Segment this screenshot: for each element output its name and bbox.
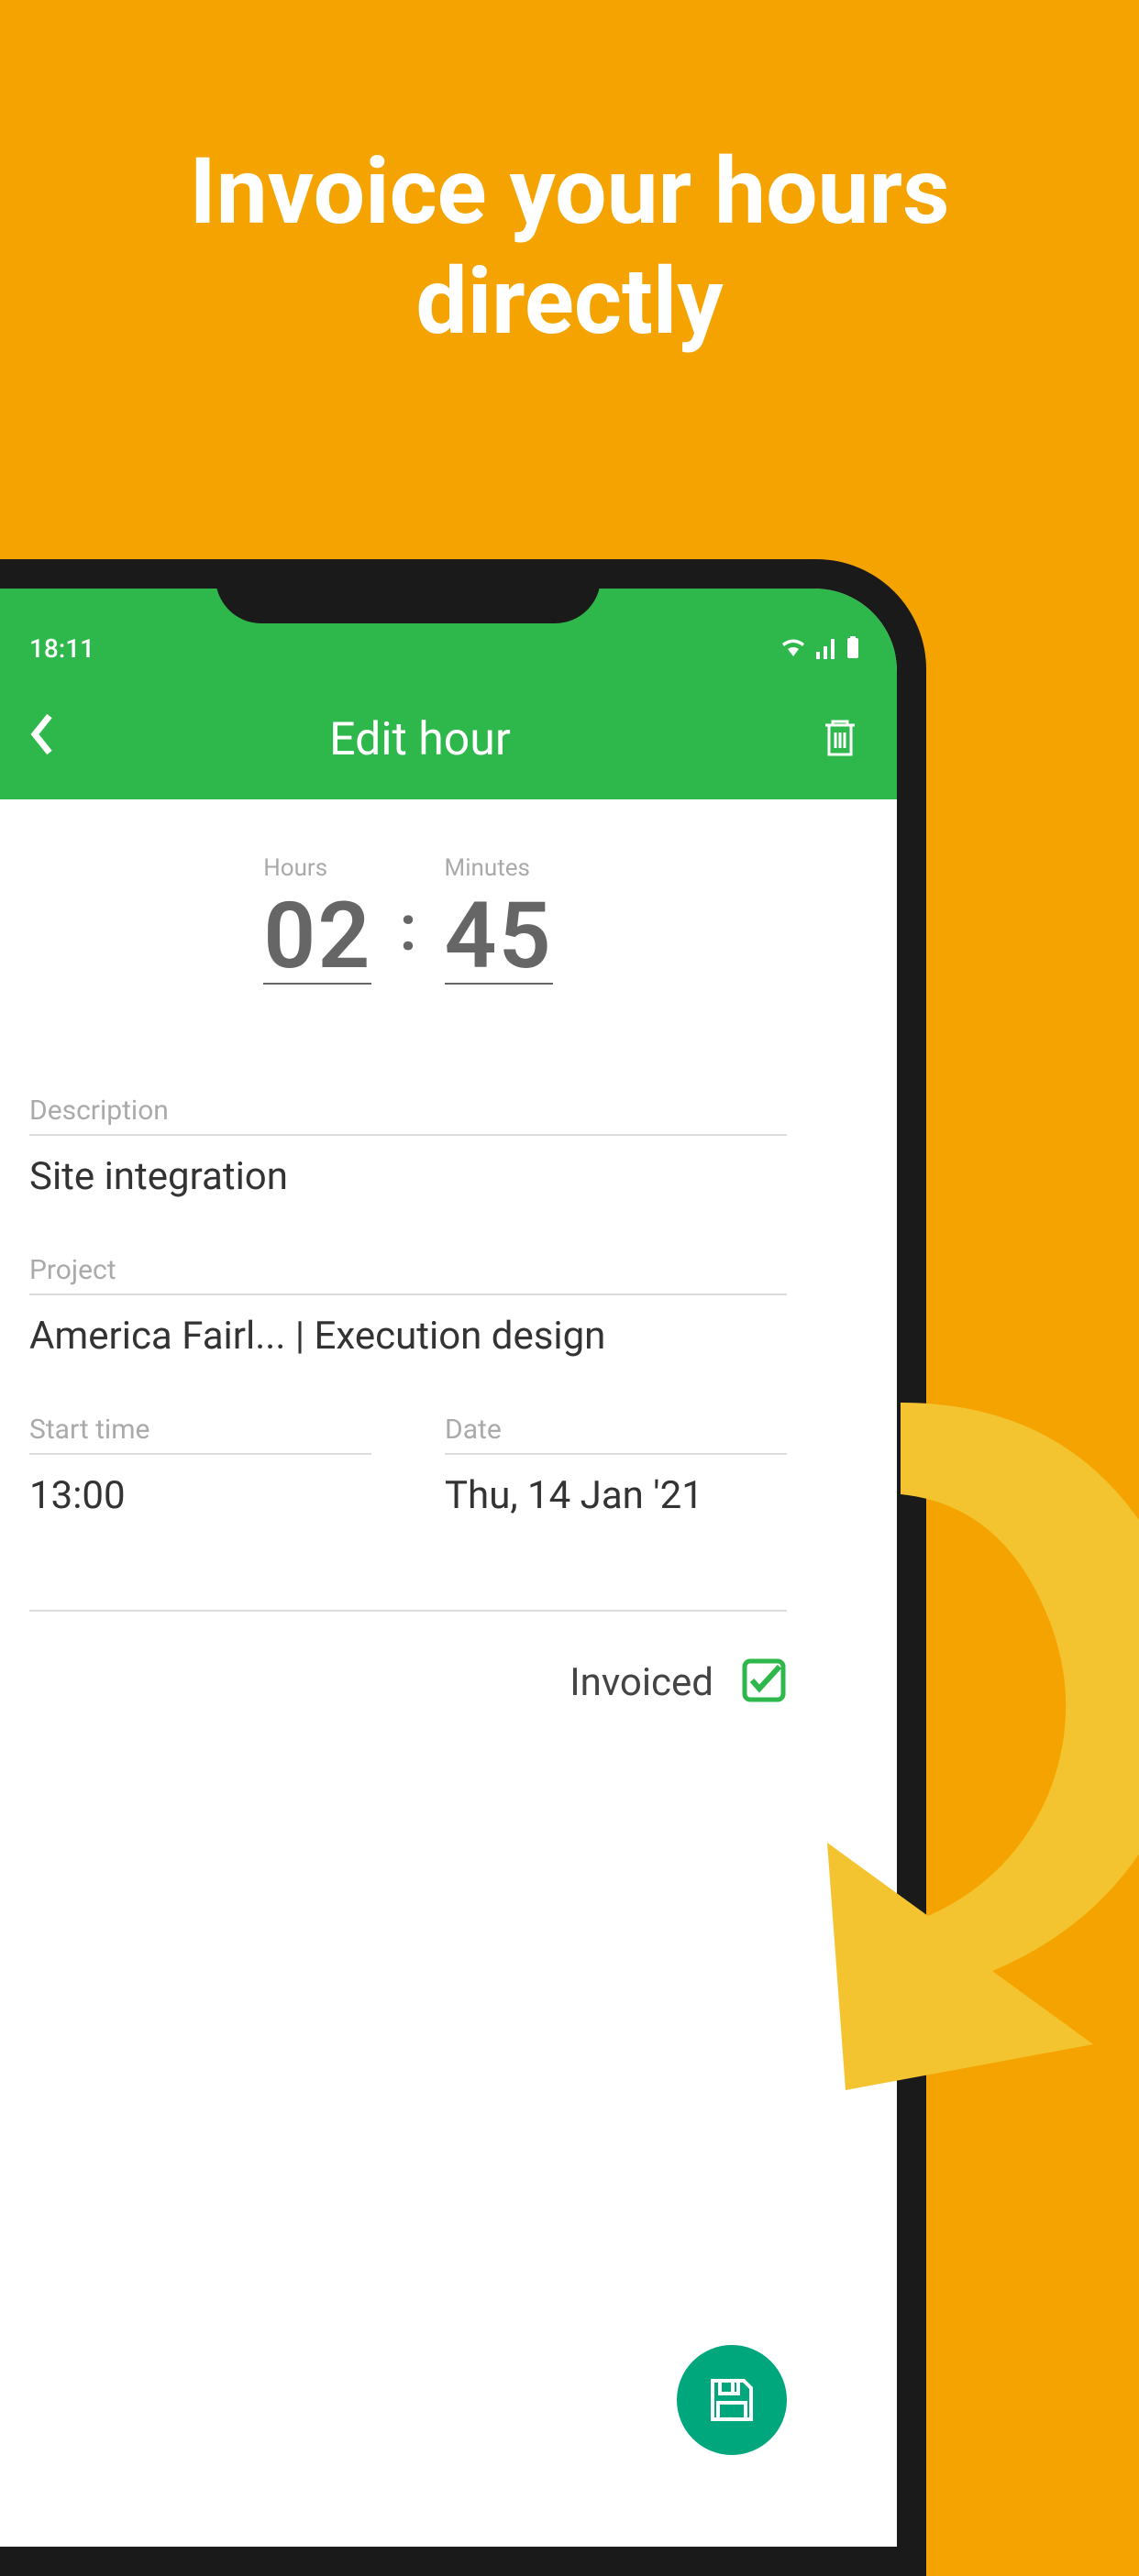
- divider: [29, 1610, 787, 1612]
- invoiced-row: Invoiced: [0, 1657, 897, 1707]
- date-field[interactable]: Date Thu, 14 Jan '21: [445, 1414, 787, 1518]
- checkbox-checked-icon: [741, 1657, 787, 1703]
- phone-notch: [216, 559, 601, 623]
- time-separator: :: [399, 891, 416, 985]
- battery-icon: [846, 636, 860, 660]
- status-icons: [780, 609, 860, 660]
- minutes-label: Minutes: [445, 854, 530, 882]
- hours-label: Hours: [263, 854, 327, 882]
- save-button[interactable]: [677, 2345, 787, 2455]
- date-value: Thu, 14 Jan '21: [445, 1455, 787, 1518]
- header-title: Edit hour: [57, 713, 783, 766]
- phone-screen: 18:11 Edit hour: [0, 589, 897, 2547]
- start-time-label: Start time: [29, 1414, 371, 1455]
- chevron-left-icon: [29, 711, 57, 757]
- minutes-value: 45: [445, 891, 553, 985]
- start-time-field[interactable]: Start time 13:00: [29, 1414, 371, 1518]
- content-area: Hours 02 : Minutes 45 Description Site i…: [0, 799, 897, 1707]
- wifi-icon: [780, 637, 807, 659]
- description-field[interactable]: Description Site integration: [0, 1095, 897, 1199]
- app-header: Edit hour: [0, 680, 897, 799]
- start-time-value: 13:00: [29, 1455, 371, 1518]
- signal-icon: [814, 637, 838, 659]
- description-value: Site integration: [29, 1136, 897, 1199]
- phone-frame: 18:11 Edit hour: [0, 559, 926, 2576]
- status-time: 18:11: [29, 606, 94, 664]
- hours-value: 02: [263, 891, 371, 985]
- delete-button[interactable]: [820, 716, 860, 764]
- trash-icon: [820, 716, 860, 760]
- hours-field[interactable]: Hours 02: [263, 854, 371, 985]
- invoiced-label: Invoiced: [570, 1660, 713, 1705]
- promo-title: Invoice your hours directly: [0, 0, 1139, 358]
- invoiced-checkbox[interactable]: [741, 1657, 787, 1707]
- date-label: Date: [445, 1414, 787, 1455]
- save-icon: [707, 2375, 757, 2425]
- description-label: Description: [29, 1095, 787, 1136]
- project-value: America Fairl... | Execution design: [29, 1295, 897, 1359]
- time-picker: Hours 02 : Minutes 45: [0, 854, 897, 985]
- back-button[interactable]: [29, 711, 57, 769]
- time-date-row: Start time 13:00 Date Thu, 14 Jan '21: [0, 1414, 787, 1518]
- minutes-field[interactable]: Minutes 45: [445, 854, 553, 985]
- project-field[interactable]: Project America Fairl... | Execution des…: [0, 1254, 897, 1359]
- project-label: Project: [29, 1254, 787, 1295]
